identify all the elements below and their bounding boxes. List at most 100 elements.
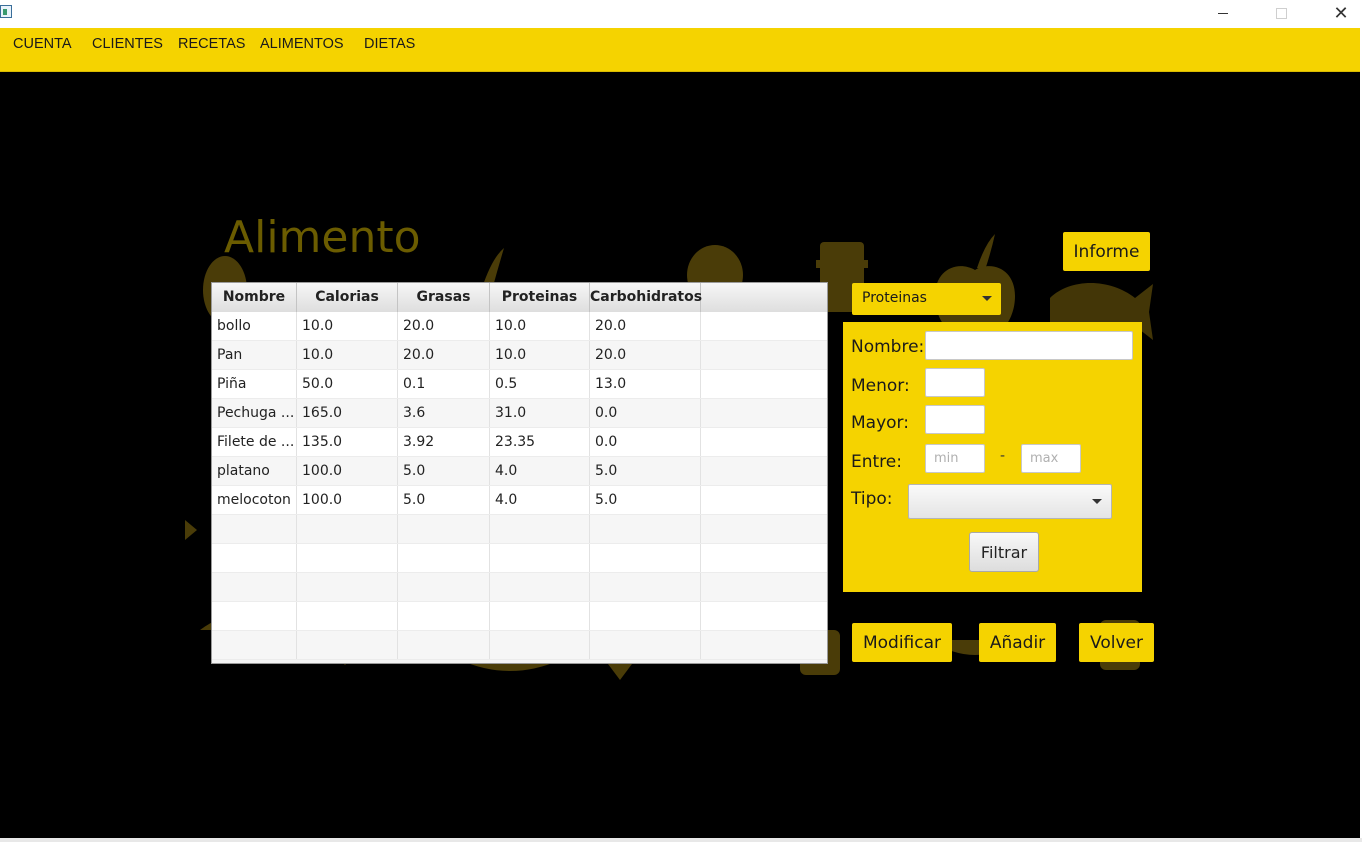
table-cell bbox=[297, 631, 398, 659]
table-cell: 0.5 bbox=[490, 370, 590, 398]
table-cell bbox=[701, 399, 827, 427]
table-cell bbox=[398, 544, 490, 572]
table-header: Nombre Calorias Grasas Proteinas Carbohi… bbox=[212, 283, 827, 313]
column-header-carbohidratos[interactable]: Carbohidratos bbox=[590, 283, 702, 312]
table-cell bbox=[212, 544, 297, 572]
table-cell: 13.0 bbox=[590, 370, 701, 398]
table-cell bbox=[590, 515, 701, 543]
table-cell bbox=[590, 631, 701, 659]
entre-min-input[interactable] bbox=[925, 444, 985, 473]
entre-label: Entre: bbox=[851, 452, 902, 472]
table-cell bbox=[490, 602, 590, 630]
table-cell bbox=[701, 486, 827, 514]
table-cell bbox=[398, 602, 490, 630]
table-row[interactable]: Pechuga ... 165.0 3.6 31.0 0.0 bbox=[212, 399, 827, 428]
mayor-input[interactable] bbox=[925, 405, 985, 434]
range-dash: - bbox=[1000, 448, 1006, 464]
sort-by-select[interactable]: Proteinas bbox=[852, 283, 1001, 315]
table-cell: 5.0 bbox=[398, 486, 490, 514]
table-row[interactable]: bollo 10.0 20.0 10.0 20.0 bbox=[212, 312, 827, 341]
table-cell: 10.0 bbox=[297, 341, 398, 369]
menu-dietas[interactable]: DIETAS bbox=[364, 36, 415, 52]
empty-table-row bbox=[212, 631, 827, 660]
table-cell: Piña bbox=[212, 370, 297, 398]
table-cell bbox=[701, 631, 827, 659]
table-cell bbox=[398, 515, 490, 543]
table-cell bbox=[212, 631, 297, 659]
table-cell bbox=[590, 602, 701, 630]
table-cell: melocoton bbox=[212, 486, 297, 514]
table-row[interactable]: platano 100.0 5.0 4.0 5.0 bbox=[212, 457, 827, 486]
menor-input[interactable] bbox=[925, 368, 985, 397]
table-cell: Filete de ... bbox=[212, 428, 297, 456]
window-bottom-edge bbox=[0, 838, 1362, 842]
close-icon: ✕ bbox=[1333, 2, 1349, 24]
menu-cuenta[interactable]: CUENTA bbox=[13, 36, 72, 52]
menu-bar: CUENTA CLIENTES RECETAS ALIMENTOS DIETAS bbox=[0, 28, 1360, 72]
anadir-button[interactable]: Añadir bbox=[979, 623, 1056, 662]
app-icon bbox=[0, 5, 12, 18]
table-cell: 10.0 bbox=[490, 341, 590, 369]
table-cell bbox=[701, 544, 827, 572]
table-cell bbox=[398, 631, 490, 659]
chevron-down-icon bbox=[1092, 499, 1102, 504]
minimize-button[interactable] bbox=[1200, 0, 1246, 26]
table-cell bbox=[297, 573, 398, 601]
table-cell bbox=[490, 573, 590, 601]
close-button[interactable]: ✕ bbox=[1318, 0, 1362, 26]
filtrar-button[interactable]: Filtrar bbox=[969, 532, 1039, 572]
menu-recetas[interactable]: RECETAS bbox=[178, 36, 245, 52]
table-cell bbox=[490, 631, 590, 659]
table-cell bbox=[297, 602, 398, 630]
table-cell bbox=[701, 457, 827, 485]
menu-alimentos[interactable]: ALIMENTOS bbox=[260, 36, 344, 52]
table-cell bbox=[590, 573, 701, 601]
empty-table-row bbox=[212, 573, 827, 602]
table-cell: 20.0 bbox=[398, 312, 490, 340]
table-cell: Pan bbox=[212, 341, 297, 369]
nombre-input[interactable] bbox=[925, 331, 1133, 360]
table-cell: 20.0 bbox=[398, 341, 490, 369]
table-cell bbox=[490, 544, 590, 572]
table-cell bbox=[701, 515, 827, 543]
minimize-icon bbox=[1218, 12, 1228, 14]
column-header-nombre[interactable]: Nombre bbox=[212, 283, 297, 312]
table-cell bbox=[590, 544, 701, 572]
alimentos-table[interactable]: Nombre Calorias Grasas Proteinas Carbohi… bbox=[211, 282, 828, 664]
mayor-label: Mayor: bbox=[851, 413, 909, 433]
table-cell: 0.0 bbox=[590, 428, 701, 456]
table-cell: 5.0 bbox=[590, 457, 701, 485]
table-row[interactable]: melocoton 100.0 5.0 4.0 5.0 bbox=[212, 486, 827, 515]
table-cell bbox=[212, 602, 297, 630]
column-header-filler bbox=[701, 283, 827, 312]
empty-table-row bbox=[212, 515, 827, 544]
table-cell: 23.35 bbox=[490, 428, 590, 456]
table-cell: 0.0 bbox=[590, 399, 701, 427]
volver-button[interactable]: Volver bbox=[1079, 623, 1154, 662]
table-cell bbox=[398, 573, 490, 601]
table-cell: 100.0 bbox=[297, 457, 398, 485]
table-cell bbox=[701, 312, 827, 340]
table-cell: 0.1 bbox=[398, 370, 490, 398]
table-cell: platano bbox=[212, 457, 297, 485]
column-header-calorias[interactable]: Calorias bbox=[297, 283, 398, 312]
table-cell bbox=[701, 573, 827, 601]
entre-max-input[interactable] bbox=[1021, 444, 1081, 473]
column-header-grasas[interactable]: Grasas bbox=[398, 283, 490, 312]
modificar-button[interactable]: Modificar bbox=[852, 623, 952, 662]
maximize-button[interactable] bbox=[1258, 0, 1304, 26]
menu-clientes[interactable]: CLIENTES bbox=[92, 36, 163, 52]
table-cell: 5.0 bbox=[398, 457, 490, 485]
table-row[interactable]: Pan 10.0 20.0 10.0 20.0 bbox=[212, 341, 827, 370]
table-cell: Pechuga ... bbox=[212, 399, 297, 427]
table-cell: 50.0 bbox=[297, 370, 398, 398]
maximize-icon bbox=[1275, 7, 1287, 19]
tipo-select[interactable] bbox=[908, 484, 1112, 519]
column-header-proteinas[interactable]: Proteinas bbox=[490, 283, 590, 312]
window-title-bar: ✕ bbox=[0, 0, 1362, 28]
informe-button[interactable]: Informe bbox=[1063, 232, 1150, 271]
table-row[interactable]: Filete de ... 135.0 3.92 23.35 0.0 bbox=[212, 428, 827, 457]
table-cell: bollo bbox=[212, 312, 297, 340]
table-row[interactable]: Piña 50.0 0.1 0.5 13.0 bbox=[212, 370, 827, 399]
table-cell bbox=[297, 515, 398, 543]
